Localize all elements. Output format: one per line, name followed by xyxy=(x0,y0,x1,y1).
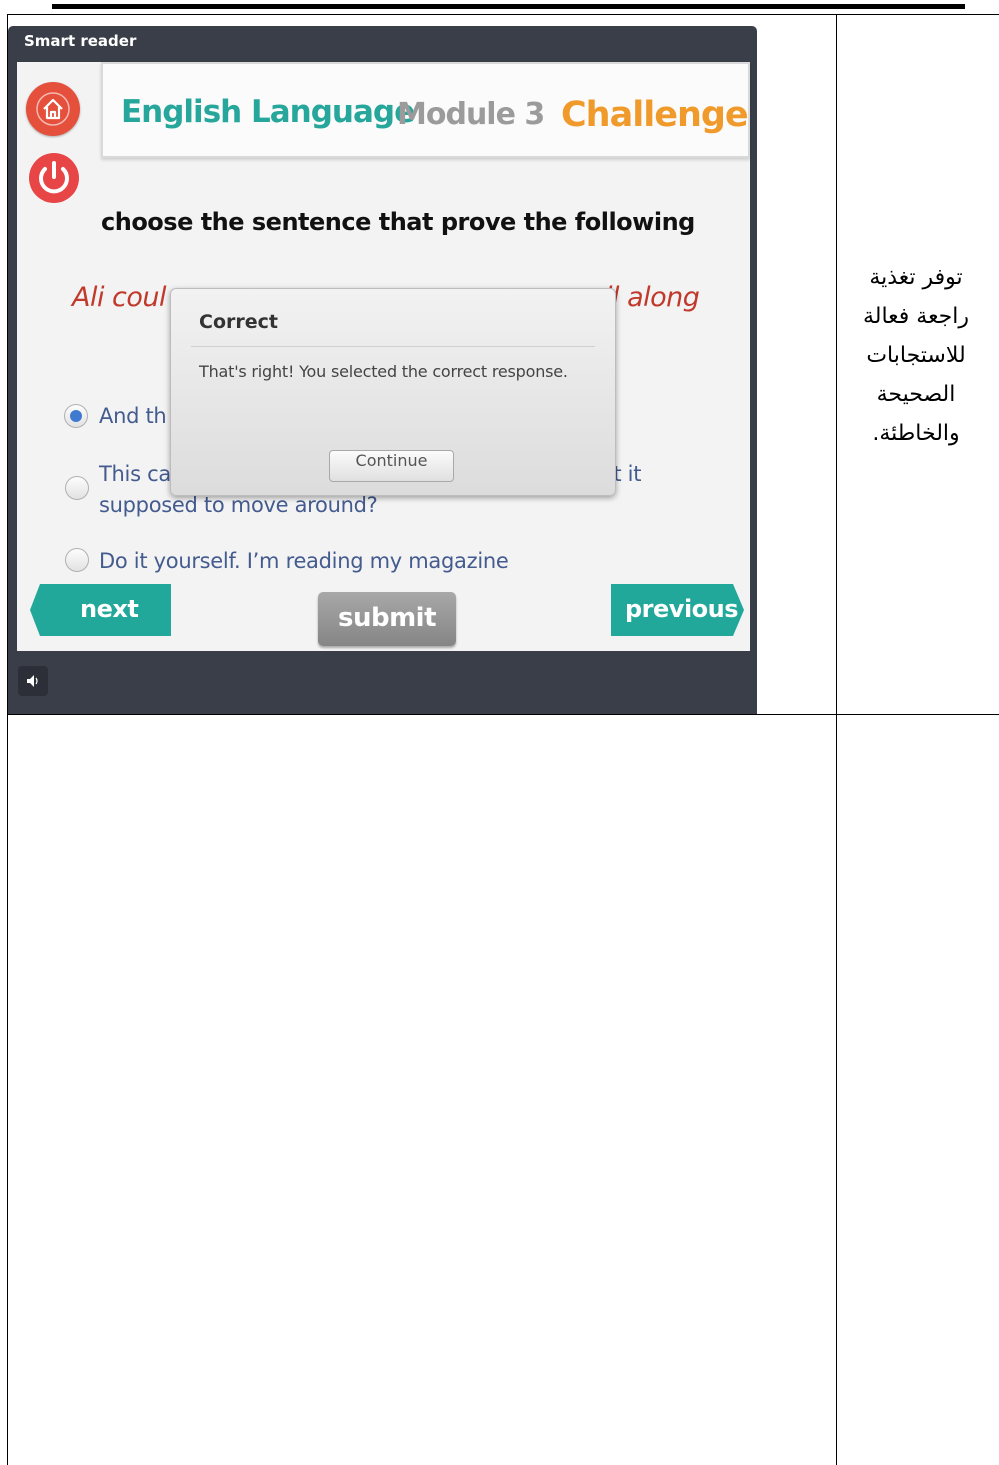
submit-label: submit xyxy=(337,603,437,633)
app-title: Smart reader xyxy=(24,32,137,50)
next-button[interactable]: next xyxy=(30,584,171,636)
next-label: next xyxy=(80,595,139,623)
smart-reader-window: Smart reader English Language Module 3 C… xyxy=(8,26,757,714)
home-icon xyxy=(36,92,70,126)
option-1-text[interactable]: And th xyxy=(99,404,167,428)
radio-button[interactable] xyxy=(65,476,89,500)
option-2-text-left[interactable]: This ca xyxy=(99,462,171,486)
statement-text-left: Ali coul xyxy=(72,282,167,313)
option-2-text-line2[interactable]: supposed to move around? xyxy=(99,493,378,517)
question-text: choose the sentence that prove the follo… xyxy=(101,208,695,236)
power-button[interactable] xyxy=(28,152,80,204)
continue-button[interactable]: Continue xyxy=(329,450,454,482)
option-3-text[interactable]: Do it yourself. I’m reading my magazine xyxy=(99,549,509,573)
feedback-dialog: Correct That's right! You selected the c… xyxy=(170,288,616,496)
dialog-message: That's right! You selected the correct r… xyxy=(199,362,568,381)
lesson-stage: English Language Module 3 Challenge choo… xyxy=(17,62,750,651)
description-cell-text: توفر تغذية راجعة فعالة للاستجابات الصحيح… xyxy=(862,265,970,446)
subject-title: English Language xyxy=(121,94,415,130)
dialog-title: Correct xyxy=(199,311,278,333)
sound-button[interactable] xyxy=(18,666,48,696)
home-button[interactable] xyxy=(26,82,80,136)
statement-text-right: ll along xyxy=(605,282,700,313)
submit-button[interactable]: submit xyxy=(318,592,456,646)
module-title: Module 3 xyxy=(397,97,545,132)
lesson-header: English Language Module 3 Challenge xyxy=(101,62,750,158)
previous-button[interactable]: previous xyxy=(611,584,744,636)
previous-label: previous xyxy=(625,595,739,623)
radio-button-selected[interactable] xyxy=(64,404,88,428)
section-title: Challenge xyxy=(561,95,749,135)
dialog-divider xyxy=(191,346,595,347)
radio-button[interactable] xyxy=(65,548,89,572)
top-rule xyxy=(52,4,965,9)
bottom-toolbar xyxy=(8,651,757,714)
speaker-icon xyxy=(27,675,38,687)
power-icon xyxy=(29,153,79,203)
